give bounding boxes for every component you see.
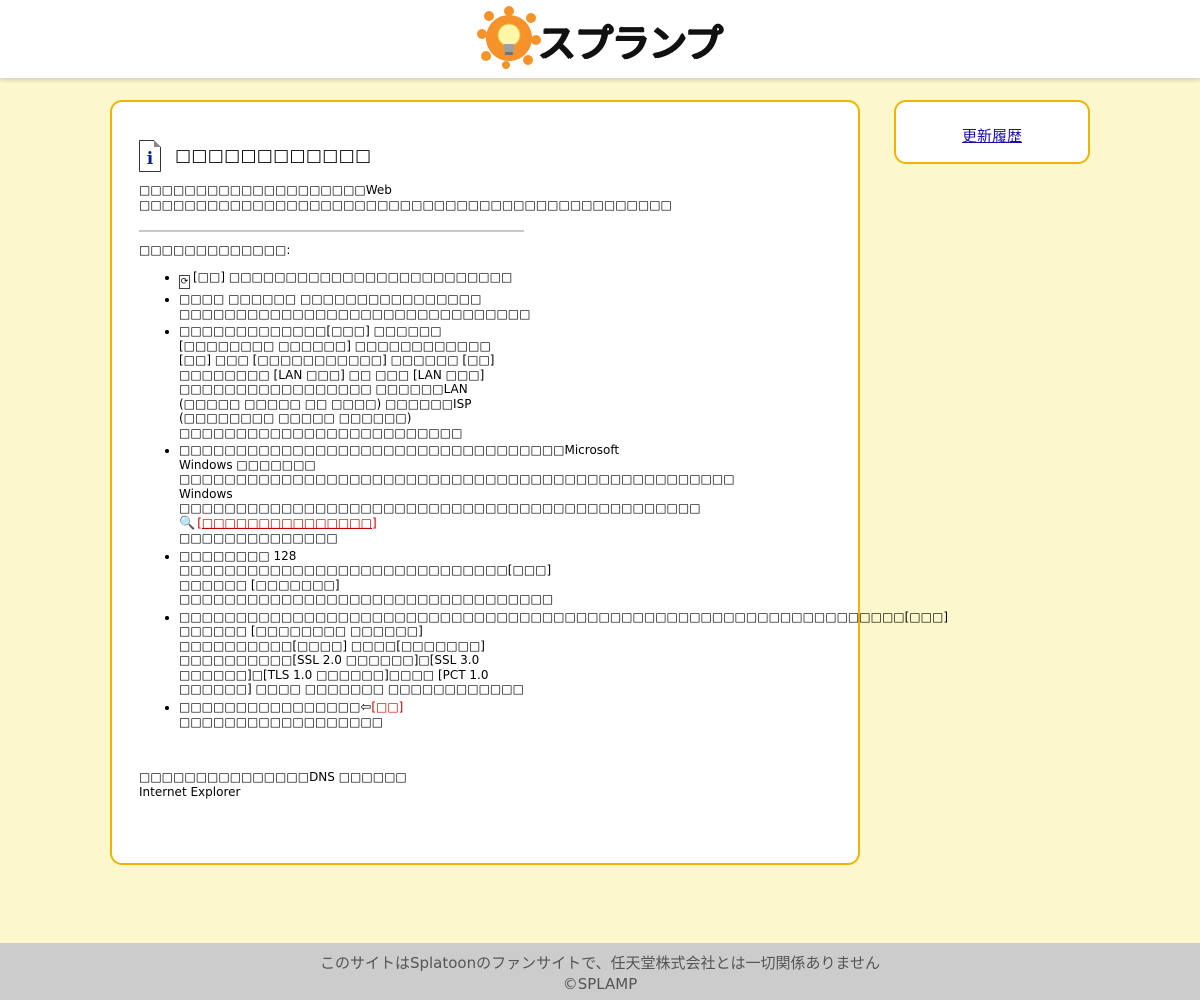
refresh-label: [□□]: [193, 270, 226, 284]
error-panel: i □□□□□□□□□□□□ □□□□□□□□□□□□□□□□□□□□Web □…: [110, 100, 948, 865]
sidebar-panel: 更新履歴: [894, 100, 1090, 164]
footnote-line2: Internet Explorer: [139, 784, 241, 799]
item-text: □□□□□□□□□□□□□□□□: [179, 699, 361, 714]
footer-disclaimer: このサイトはSplatoonのファンサイトで、任天堂株式会社とは一切関係ありませ…: [319, 954, 881, 972]
site-logo[interactable]: スプランプ: [476, 4, 726, 70]
site-footer: このサイトはSplatoonのファンサイトで、任天堂株式会社とは一切関係ありませ…: [0, 943, 1200, 1000]
title-row: i □□□□□□□□□□□□: [139, 138, 524, 174]
list-item: ⟳[□□] □□□□□□□□□□□□□□□□□□□□□□□□□: [179, 270, 524, 289]
item-text: □□□□□□□□□□□□□□□□□□: [179, 715, 384, 729]
search-icon: 🔍: [179, 515, 196, 531]
list-item: □□□□□□□□□□□□□□□□□□□□□□□□□□□□□□□□□□Micros…: [179, 443, 735, 546]
list-item: □□□□□□□□□□□□□□□□⇦[□□] □□□□□□□□□□□□□□□□□□: [179, 700, 524, 730]
back-arrow-icon: ⇦: [360, 699, 372, 715]
page-fold: [154, 140, 161, 147]
item-text: □□□□□□□□ 128 □□□□□□□□□□□□□□□□□□□□□□□□□□□…: [179, 548, 554, 607]
back-link[interactable]: [□□]: [371, 700, 403, 714]
suggestion-list: ⟳[□□] □□□□□□□□□□□□□□□□□□□□□□□□□ □□□□ □□□…: [139, 270, 948, 730]
list-item: □□□□□□□□□□□□□[□□□] □□□□□□ [□□□□□□□□ □□□□…: [179, 324, 524, 440]
item-text: □□□□□□□□□□□□□□□□□□□□□□□□□: [225, 270, 513, 284]
item-text: □□□□□□□□□□□□□[□□□] □□□□□□ [□□□□□□□□ □□□□…: [179, 324, 495, 440]
splat-bulb-icon: [477, 6, 541, 69]
item-text: □□□□ □□□□□□ □□□□□□□□□□□□□□□□ □□□□□□□□□□□…: [179, 292, 531, 321]
footnote-line1: □□□□□□□□□□□□□□□DNS □□□□□□: [139, 769, 407, 784]
logo-text: スプランプ: [538, 21, 723, 65]
list-item: □□□□□□□□□□□□□□□□□□□□□□□□□□□□□□□□□□□□□□□□…: [179, 610, 948, 697]
item-text: □□□□□□□□□□□□□□: [179, 531, 338, 545]
info-icon: i: [139, 140, 161, 172]
page-title: □□□□□□□□□□□□: [175, 146, 372, 166]
detect-settings-link[interactable]: [□□□□□□□□□□□□□□□]: [197, 516, 376, 530]
list-item: □□□□ □□□□□□ □□□□□□□□□□□□□□□□ □□□□□□□□□□□…: [179, 292, 530, 321]
try-label: □□□□□□□□□□□□□:: [139, 243, 291, 257]
intro-text: □□□□□□□□□□□□□□□□□□□□Web □□□□□□□□□□□□□□□□…: [139, 183, 672, 212]
info-glyph: i: [146, 149, 154, 169]
footer-copyright: ©SPLAMP: [562, 975, 638, 993]
item-text: Windows □□□□□□□□□□□□□□□□□□□□□□□□□□□□□□□□…: [179, 486, 701, 516]
update-history-link[interactable]: 更新履歴: [962, 125, 1022, 146]
item-text: □□□□□□□□□□□□□□□□□□□□□□□□□□□□□□□□□□□□□□□□…: [179, 609, 949, 697]
item-text: □□□□□□□□□□□□□□□□□□□□□□□□□□□□□□□□□□Micros…: [179, 443, 735, 486]
footnote: □□□□□□□□□□□□□□□DNS □□□□□□ Internet Explo…: [139, 770, 524, 800]
site-header: スプランプ: [0, 0, 1200, 79]
list-item: □□□□□□□□ 128 □□□□□□□□□□□□□□□□□□□□□□□□□□□…: [179, 549, 553, 607]
divider: [139, 230, 524, 232]
refresh-icon: ⟳: [179, 275, 190, 289]
error-content: i □□□□□□□□□□□□ □□□□□□□□□□□□□□□□□□□□Web □…: [139, 138, 948, 800]
